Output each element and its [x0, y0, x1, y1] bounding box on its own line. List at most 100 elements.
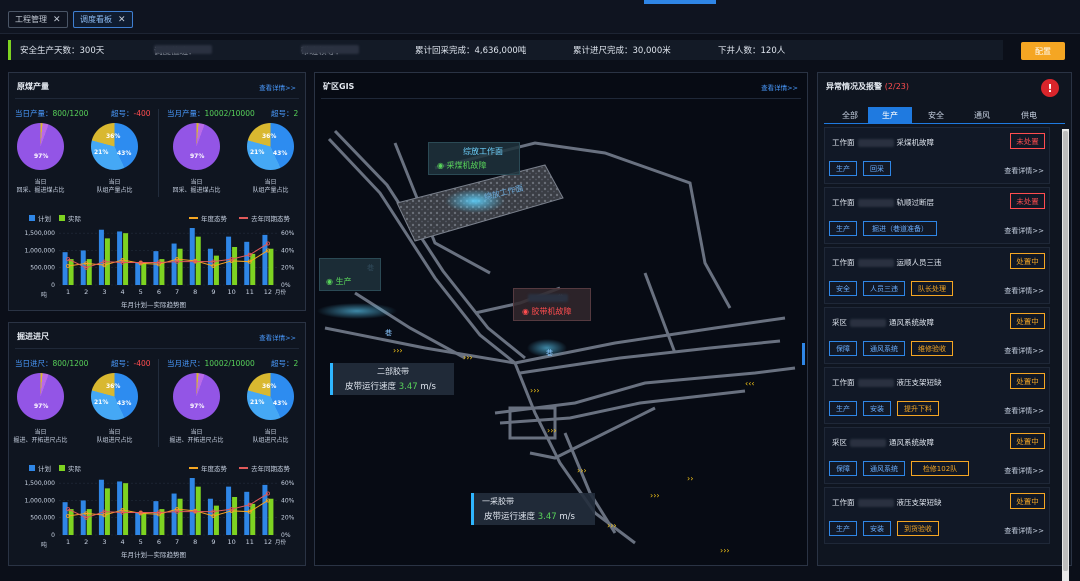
- filter-tab[interactable]: 生产: [868, 107, 912, 123]
- production-callout[interactable]: ◉ 生产: [319, 258, 381, 291]
- alert-tag[interactable]: 回采: [863, 161, 891, 176]
- alert-tag[interactable]: 生产: [829, 161, 857, 176]
- alert-tag[interactable]: 安装: [863, 401, 891, 416]
- safe-days: 安全生产天数：300天: [20, 46, 105, 56]
- view-details-link[interactable]: 查看详情>>: [1004, 346, 1044, 356]
- view-details-link[interactable]: 查看详情>>: [1004, 166, 1044, 176]
- gis-panel: 矿区GIS 查看详情>> 综放工作面 巷 巷 ››› ››› ››› ‹‹‹ ›…: [314, 72, 808, 566]
- y2-tick-label: 60%: [281, 480, 295, 487]
- alert-list: 工作面 采煤机故障 未处置 生产 回采 查看详情>> 工作面 轨顺过断层 未处置 生产 掘进（巷道准…: [824, 127, 1050, 577]
- alert-tag[interactable]: 生产: [829, 521, 857, 536]
- alert-status-badge[interactable]: 处置中: [1010, 373, 1045, 389]
- bar-actual: [68, 259, 74, 285]
- alert-item[interactable]: 工作面 液压支架短缺 处置中 生产 安装 到货验收 查看详情>>: [824, 487, 1050, 544]
- status-dot-icon: ◉: [326, 277, 333, 286]
- alert-status-badge[interactable]: 处置中: [1010, 313, 1045, 329]
- alert-item[interactable]: 工作面 液压支架短缺 处置中 生产 安装 提升下料 查看详情>>: [824, 367, 1050, 424]
- filter-tab[interactable]: 全部: [828, 107, 872, 123]
- x-tick-label: 4: [121, 288, 125, 296]
- y-tick-label: 1,000,000: [24, 247, 55, 254]
- alert-item[interactable]: 工作面 运顺人员三违 处置中 安全 人员三违 队长处理 查看详情>>: [824, 247, 1050, 304]
- alert-tag[interactable]: 人员三违: [863, 281, 905, 296]
- view-details-link[interactable]: 查看详情>>: [1004, 466, 1044, 476]
- alert-tag[interactable]: 到货验收: [897, 521, 939, 536]
- alert-tag[interactable]: 检修102队: [911, 461, 969, 476]
- alert-item[interactable]: 采区 通风系统故障 处置中 保障 通风系统 维修验收 查看详情>>: [824, 307, 1050, 364]
- belt-1-callout[interactable]: 一采胶带 皮带运行速度 3.47 m/s: [471, 493, 595, 525]
- y2-tick-label: 60%: [281, 230, 295, 237]
- bar-actual: [177, 498, 183, 535]
- x-tick-label: 9: [211, 288, 215, 296]
- alert-tag[interactable]: 通风系统: [863, 461, 905, 476]
- close-icon[interactable]: ✕: [53, 15, 61, 25]
- scrollbar[interactable]: [1062, 129, 1069, 581]
- bar-plan: [171, 243, 177, 285]
- bar-plan: [117, 481, 123, 535]
- alert-title: 工作面 采煤机故障: [832, 138, 934, 147]
- redacted-name: [857, 259, 894, 267]
- view-details-link[interactable]: 查看详情>>: [1004, 226, 1044, 236]
- view-details-link[interactable]: 查看详情>>: [1004, 406, 1044, 416]
- redacted-name: [857, 499, 894, 507]
- alert-item[interactable]: 工作面 采煤机故障 未处置生产 回采 查看详情>>: [824, 127, 1050, 184]
- view-details-link[interactable]: 查看详情>>: [1004, 526, 1044, 536]
- svg-text:›››: ›››: [607, 521, 617, 530]
- x-tick-label: 8: [193, 538, 197, 546]
- svg-text:‹‹‹: ‹‹‹: [745, 379, 755, 388]
- y-tick-label: 0: [51, 282, 55, 289]
- x-tick-label: 3: [102, 288, 106, 296]
- svg-text:›››: ›››: [393, 346, 403, 355]
- close-icon[interactable]: ✕: [118, 15, 126, 25]
- tab-project-management[interactable]: 工程管理 ✕: [8, 11, 68, 28]
- view-details-link[interactable]: 查看详情>>: [1004, 286, 1044, 296]
- fault-callout[interactable]: ◉ 胶带机故障: [513, 288, 591, 321]
- face-callout[interactable]: 综放工作面 ◉ 采煤机故障: [428, 142, 520, 175]
- line-lastyear-trend: [67, 243, 269, 269]
- trend-chart-svg: 1,500,0001,000,000500,000060%40%20%0%吨 1 2…: [24, 228, 295, 299]
- x-tick-label: 1: [66, 538, 70, 546]
- alert-tag[interactable]: 通风系统: [863, 341, 905, 356]
- alert-tag[interactable]: 维修验收: [911, 341, 953, 356]
- alert-tag[interactable]: 掘进（巷道准备）: [863, 221, 937, 236]
- filter-tab[interactable]: 供电: [1007, 107, 1051, 123]
- alert-tag[interactable]: 生产: [829, 221, 857, 236]
- x-tick-label: 4: [121, 538, 125, 546]
- belt-2-callout[interactable]: 二部胶带 皮带运行速度 3.47 m/s: [330, 363, 454, 395]
- bar-actual: [213, 255, 219, 285]
- alert-tag[interactable]: 保障: [829, 461, 857, 476]
- x-tick-label: 7: [175, 538, 179, 546]
- bar-actual: [232, 497, 238, 535]
- filter-tab[interactable]: 安全: [914, 107, 958, 123]
- alert-item[interactable]: 工作面 轨顺过断层 未处置 生产 掘进（巷道准备） 查看详情>>: [824, 187, 1050, 244]
- tab-dispatch-board[interactable]: 调度看板 ✕: [73, 11, 133, 28]
- alerts-panel: 异常情况及报警 (2/23) ! 全部 生产 安全 通风 供电 工作面 采煤机故障 未处置生…: [817, 72, 1072, 581]
- alert-tag[interactable]: 安全: [829, 281, 857, 296]
- y-tick-label: 1,500,000: [24, 480, 55, 487]
- x-unit-label: 月份: [275, 288, 287, 296]
- alert-tag[interactable]: 安装: [863, 521, 891, 536]
- footage-total: 累计进尺完成：30,000米: [573, 46, 671, 56]
- x-tick-label: 6: [157, 288, 161, 296]
- alert-status-badge[interactable]: 处置中: [1010, 493, 1045, 509]
- scrollbar-thumb[interactable]: [1063, 131, 1068, 571]
- bar-actual: [268, 498, 274, 535]
- alert-tag[interactable]: 保障: [829, 341, 857, 356]
- alert-item[interactable]: 采区 通风系统故障 处置中 保障 通风系统 检修102队 查看详情>>: [824, 427, 1050, 484]
- y2-tick-label: 20%: [281, 515, 295, 522]
- config-button[interactable]: 配置: [1021, 42, 1065, 60]
- bar-plan: [153, 251, 159, 285]
- alert-status-badge[interactable]: 处置中: [1010, 253, 1045, 269]
- redacted-name: [154, 45, 212, 54]
- alert-tag[interactable]: 提升下料: [897, 401, 939, 416]
- alert-status-badge[interactable]: 未处置: [1010, 193, 1045, 209]
- filter-tab[interactable]: 通风: [960, 107, 1004, 123]
- trend-chart-svg: 1,500,0001,000,000500,000060%40%20%0%吨 1 2…: [24, 478, 295, 549]
- bar-plan: [171, 493, 177, 535]
- alarm-icon[interactable]: !: [1041, 79, 1059, 97]
- alert-tag[interactable]: 队长处理: [911, 281, 953, 296]
- alert-status-badge[interactable]: 处置中: [1010, 433, 1045, 449]
- bar-plan: [98, 479, 104, 535]
- line-lastyear-trend: [67, 493, 269, 519]
- alert-status-badge[interactable]: 未处置: [1010, 133, 1045, 149]
- alert-tag[interactable]: 生产: [829, 401, 857, 416]
